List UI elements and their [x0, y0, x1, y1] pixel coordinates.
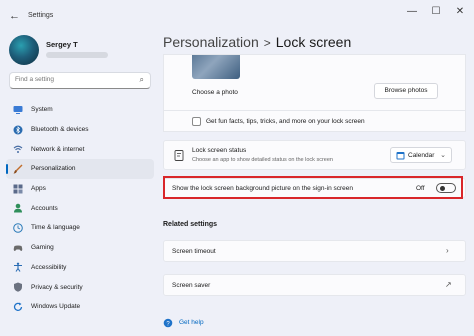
lock-status-title: Lock screen status [192, 147, 247, 154]
help-icon: ? [163, 318, 173, 328]
search-input[interactable] [15, 76, 135, 83]
lock-status-selected: Calendar [408, 152, 435, 159]
sidebar-item-label: Network & internet [31, 145, 85, 153]
external-link-icon: ↗ [445, 280, 452, 289]
choose-photo-label: Choose a photo [192, 89, 238, 96]
lock-screen-preview-section: Choose a photo Browse photos [163, 54, 466, 110]
sidebar-item-label: Time & language [31, 224, 80, 232]
breadcrumb-parent[interactable]: Personalization [163, 34, 259, 50]
back-arrow-icon[interactable]: ← [9, 10, 20, 22]
highlight-box [163, 176, 463, 199]
sidebar-item-gaming[interactable]: Gaming [6, 238, 154, 258]
sidebar-item-windows-update[interactable]: Windows Update [6, 297, 154, 317]
sidebar-item-time-language[interactable]: Time & language [6, 218, 154, 238]
sidebar-nav: System Bluetooth & devices Network & int… [6, 100, 154, 317]
globe-clock-icon [13, 223, 23, 233]
monitor-icon [13, 105, 23, 114]
sidebar-item-label: Accessibility [31, 263, 67, 271]
sidebar-item-label: Bluetooth & devices [31, 126, 89, 134]
screen-timeout-row[interactable]: Screen timeout › [163, 240, 466, 262]
calendar-icon [396, 152, 405, 160]
breadcrumb: Personalization > Lock screen [163, 34, 351, 50]
lock-status-icon [174, 150, 184, 161]
screen-saver-label: Screen saver [172, 282, 211, 289]
screen-timeout-label: Screen timeout [172, 248, 216, 255]
fun-facts-row: Get fun facts, tips, tricks, and more on… [163, 110, 466, 132]
sidebar-item-accessibility[interactable]: Accessibility [6, 258, 154, 278]
accessibility-icon [14, 262, 22, 273]
chevron-right-icon: › [446, 246, 449, 255]
sidebar-item-privacy[interactable]: Privacy & security [6, 277, 154, 297]
sidebar-item-apps[interactable]: Apps [6, 179, 154, 199]
brush-icon [13, 164, 23, 174]
avatar[interactable] [9, 35, 39, 65]
sidebar-item-personalization[interactable]: Personalization [6, 159, 154, 179]
chevron-down-icon: ⌄ [440, 152, 446, 159]
lock-status-dropdown[interactable]: Calendar ⌄ [390, 147, 452, 163]
wifi-icon [13, 145, 23, 154]
screen-saver-row[interactable]: Screen saver ↗ [163, 274, 466, 296]
sidebar-item-label: Windows Update [31, 303, 81, 311]
sidebar-item-label: Personalization [31, 165, 76, 173]
search-box[interactable]: ⌕ [9, 72, 151, 89]
lock-screen-status-row: Lock screen status Choose an app to show… [163, 140, 466, 170]
sidebar-item-network[interactable]: Network & internet [6, 139, 154, 159]
close-button[interactable]: ✕ [453, 6, 467, 17]
search-icon[interactable]: ⌕ [140, 75, 144, 85]
window-title: Settings [28, 12, 54, 19]
sidebar-item-bluetooth[interactable]: Bluetooth & devices [6, 120, 154, 140]
page-title: Lock screen [275, 34, 352, 50]
title-bar: ← Settings — ☐ ✕ [0, 0, 474, 30]
sidebar-item-accounts[interactable]: Accounts [6, 198, 154, 218]
sidebar-item-label: Privacy & security [31, 283, 83, 291]
get-help-label: Get help [179, 319, 204, 326]
shield-icon [14, 282, 22, 292]
user-name: Sergey T [46, 40, 78, 49]
person-icon [14, 203, 22, 213]
lock-status-description: Choose an app to show detailed status on… [192, 157, 333, 163]
sidebar-item-label: Apps [31, 185, 46, 193]
sidebar-item-label: Accounts [31, 204, 58, 212]
sidebar: Sergey T ⌕ System Bluetooth & devices Ne… [0, 30, 158, 336]
update-icon [13, 302, 23, 311]
gamepad-icon [13, 245, 23, 251]
fun-facts-label: Get fun facts, tips, tricks, and more on… [206, 118, 365, 125]
browse-photos-button[interactable]: Browse photos [374, 83, 438, 99]
sidebar-item-system[interactable]: System [6, 100, 154, 120]
fun-facts-checkbox[interactable] [192, 117, 201, 126]
main-content: Personalization > Lock screen Choose a pho… [158, 30, 474, 336]
user-email-redacted [46, 52, 108, 58]
apps-icon [13, 184, 23, 194]
related-settings-title: Related settings [163, 221, 218, 228]
lock-screen-preview-image [192, 55, 240, 79]
bluetooth-icon [13, 125, 23, 135]
breadcrumb-separator: > [263, 36, 271, 50]
sidebar-item-label: Gaming [31, 244, 54, 252]
sidebar-item-label: System [31, 106, 53, 114]
maximize-button[interactable]: ☐ [429, 6, 443, 17]
minimize-button[interactable]: — [405, 6, 419, 17]
